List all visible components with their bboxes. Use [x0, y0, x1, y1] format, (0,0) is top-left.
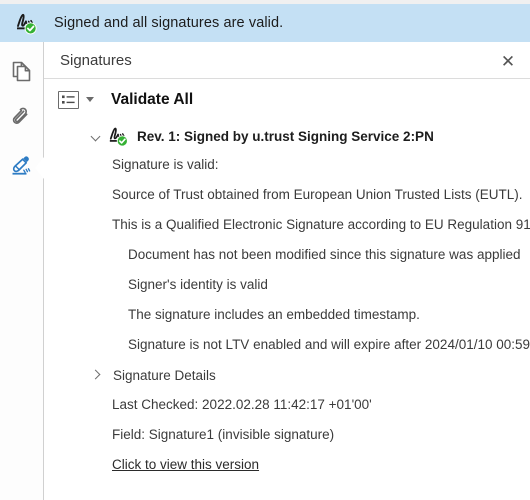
detail-line: Document has not been modified since thi… — [128, 247, 521, 262]
sidebar-item-attachments[interactable] — [0, 99, 43, 143]
detail-line: Signer's identity is valid — [128, 277, 268, 292]
signature-revision-label: Rev. 1: Signed by u.trust Signing Servic… — [137, 128, 434, 144]
pages-icon — [10, 59, 34, 90]
detail-line: The signature includes an embedded times… — [128, 307, 420, 322]
page-title: Signatures — [60, 51, 132, 69]
detail-line: Signature is not LTV enabled and will ex… — [128, 337, 530, 352]
signature-details-label: Signature Details — [113, 367, 216, 383]
detail-line: Source of Trust obtained from European U… — [112, 187, 523, 202]
detail-line: This is a Qualified Electronic Signature… — [112, 217, 530, 232]
list-view-icon[interactable] — [58, 90, 79, 109]
signature-pen-icon — [9, 153, 35, 184]
banner-message: Signed and all signatures are valid. — [54, 15, 284, 31]
signature-status-banner: Signed and all signatures are valid. — [0, 4, 530, 42]
signed-valid-icon — [14, 11, 40, 35]
field-line: Field: Signature1 (invisible signature) — [112, 427, 335, 442]
signature-details-toggle[interactable]: Signature Details — [44, 360, 530, 390]
signed-valid-icon — [107, 125, 131, 147]
paperclip-icon — [10, 106, 34, 137]
chevron-right-icon[interactable] — [89, 369, 102, 382]
panel-header: Signatures ✕ — [44, 42, 530, 79]
view-version-link[interactable]: Click to view this version — [112, 457, 259, 472]
chevron-down-icon[interactable] — [86, 97, 94, 102]
sidebar-item-signatures[interactable] — [0, 146, 44, 190]
chevron-down-icon[interactable] — [90, 130, 103, 143]
sidebar-item-pages[interactable] — [0, 52, 43, 96]
signatures-panel: Signatures ✕ Validate All Rev. 1: Signed… — [44, 42, 530, 500]
validate-all-button[interactable]: Validate All — [111, 91, 193, 109]
sidebar-rail — [0, 42, 44, 500]
detail-line: Signature is valid: — [112, 157, 219, 172]
signature-panel-window: Signed and all signatures are valid. Sig… — [0, 0, 530, 500]
close-icon[interactable]: ✕ — [496, 49, 520, 73]
signatures-toolbar: Validate All — [44, 79, 530, 120]
last-checked-line: Last Checked: 2022.02.28 11:42:17 +01'00… — [112, 397, 372, 412]
signature-revision-row[interactable]: Rev. 1: Signed by u.trust Signing Servic… — [44, 122, 530, 150]
view-version-line: Click to view this version — [44, 450, 530, 480]
signature-tree: Rev. 1: Signed by u.trust Signing Servic… — [44, 120, 530, 480]
